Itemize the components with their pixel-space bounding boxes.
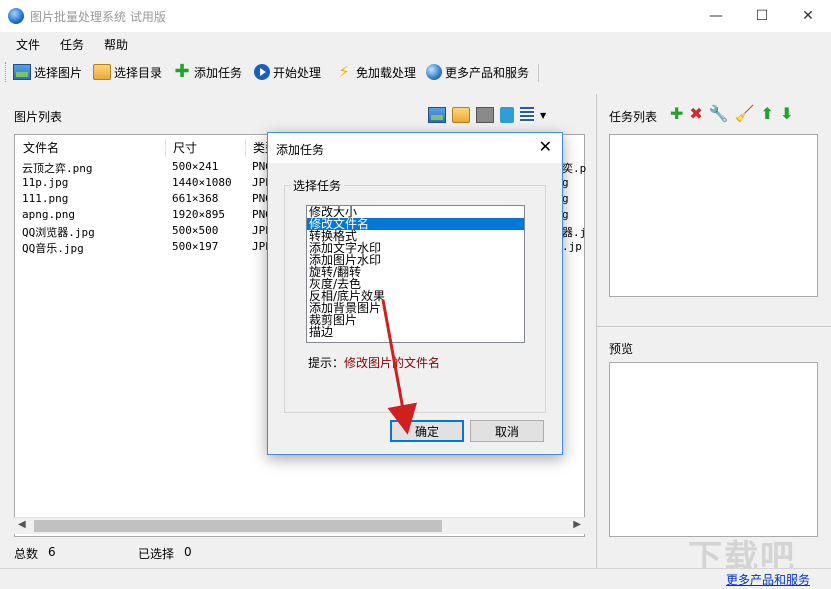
add-task-dialog: 添加任务 ✕ 选择任务 修改大小修改文件名转换格式添加文字水印添加图片水印旋转/…	[267, 132, 563, 455]
add-icon: ✚	[173, 64, 191, 80]
select-directory-label: 选择目录	[114, 64, 162, 81]
add-task-icon[interactable]: ✚	[670, 104, 683, 123]
select-task-label: 选择任务	[290, 177, 344, 194]
cell-filename: apng.png	[22, 208, 75, 221]
list-view-icon[interactable]	[520, 107, 534, 123]
no-load-processing-label: 免加载处理	[356, 64, 416, 81]
no-load-processing-button[interactable]: ⚡ 免加载处理	[335, 62, 416, 82]
maximize-button[interactable]: ☐	[739, 0, 785, 32]
task-listbox[interactable]: 修改大小修改文件名转换格式添加文字水印添加图片水印旋转/翻转灰度/去色反相/底片…	[306, 205, 525, 343]
column-filename[interactable]: 文件名	[23, 139, 59, 156]
delete-task-icon[interactable]: ✖	[689, 104, 702, 123]
scroll-right-icon[interactable]: ▶	[573, 519, 581, 530]
cell-filename: 111.png	[22, 192, 68, 205]
column-size[interactable]: 尺寸	[173, 139, 197, 156]
cell-size: 661×368	[172, 192, 218, 205]
start-processing-button[interactable]: 开始处理	[254, 62, 321, 82]
add-task-button[interactable]: ✚ 添加任务	[173, 62, 242, 82]
globe-icon	[426, 64, 442, 80]
task-list-title: 任务列表	[609, 108, 657, 125]
menu-task[interactable]: 任务	[60, 36, 84, 53]
app-logo-icon	[8, 8, 24, 24]
menu-help[interactable]: 帮助	[104, 36, 128, 53]
dialog-title-bar: 添加任务 ✕	[268, 133, 562, 163]
cancel-button[interactable]: 取消	[470, 420, 544, 442]
cell-size: 500×197	[172, 240, 218, 253]
hint-line: 提示：修改图片的文件名	[308, 354, 440, 371]
more-products-button[interactable]: 更多产品和服务	[426, 62, 529, 82]
dialog-close-icon[interactable]: ✕	[539, 137, 552, 156]
cell-filename: 云顶之弈.png	[22, 160, 93, 176]
main-toolbar: 选择图片 选择目录 ✚ 添加任务 开始处理 ⚡ 免加载处理 更多产品和服务	[0, 58, 831, 86]
lightning-icon: ⚡	[335, 64, 353, 80]
ok-button[interactable]: 确定	[390, 420, 464, 442]
broom-icon[interactable]: 🧹	[735, 104, 755, 123]
cell-size: 500×241	[172, 160, 218, 173]
more-products-link[interactable]: 更多产品和服务	[726, 571, 810, 588]
selected-count: 0	[184, 545, 192, 559]
selected-label: 已选择	[138, 545, 174, 562]
add-folder-icon[interactable]	[452, 107, 470, 123]
add-task-label: 添加任务	[194, 64, 242, 81]
select-images-label: 选择图片	[34, 64, 82, 81]
window-title: 图片批量处理系统 试用版	[30, 8, 166, 25]
cell-clipped: 奕.p	[562, 160, 586, 176]
bottom-bar	[0, 568, 831, 589]
column-divider	[245, 139, 246, 157]
scroll-left-icon[interactable]: ◀	[18, 519, 26, 530]
image-list-toolbar: ▼	[428, 105, 546, 125]
folder-icon	[93, 64, 111, 80]
task-option[interactable]: 描边	[307, 326, 524, 338]
move-up-icon[interactable]: ⬆	[761, 104, 774, 123]
total-label: 总数	[14, 545, 38, 562]
view-dropdown-icon[interactable]: ▼	[540, 111, 546, 120]
remove-image-icon[interactable]	[476, 107, 494, 123]
total-count: 6	[48, 545, 56, 559]
hint-label: 提示：	[308, 356, 344, 370]
menu-bar: 文件 任务 帮助	[0, 32, 831, 56]
cell-filename: QQ浏览器.jpg	[22, 224, 95, 240]
cell-clipped: 器.j	[562, 224, 586, 240]
task-option[interactable]: 裁剪图片	[307, 314, 524, 326]
task-toolbar: ✚ ✖ 🔧 🧹 ⬆ ⬇	[670, 104, 793, 123]
select-images-button[interactable]: 选择图片	[13, 62, 82, 82]
more-products-label: 更多产品和服务	[445, 64, 529, 81]
minimize-button[interactable]: —	[693, 0, 739, 32]
play-icon	[254, 64, 270, 80]
menu-file[interactable]: 文件	[16, 36, 40, 53]
select-directory-button[interactable]: 选择目录	[93, 62, 162, 82]
cell-filename: 11p.jpg	[22, 176, 68, 189]
cell-size: 1440×1080	[172, 176, 232, 189]
preview-title: 预览	[609, 340, 633, 357]
scrollbar-thumb[interactable]	[34, 520, 442, 532]
column-divider	[165, 139, 166, 157]
cell-clipped: .jp	[562, 240, 582, 253]
picture-icon	[13, 64, 31, 80]
toolbar-grip	[5, 62, 8, 82]
close-window-button[interactable]: ✕	[785, 0, 831, 32]
toolbar-separator	[538, 64, 539, 82]
title-bar: 图片批量处理系统 试用版 — ☐ ✕	[0, 0, 831, 32]
dialog-title: 添加任务	[276, 141, 324, 158]
add-image-icon[interactable]	[428, 107, 446, 123]
clear-list-icon[interactable]	[500, 107, 514, 123]
start-processing-label: 开始处理	[273, 64, 321, 81]
right-divider	[597, 326, 831, 327]
image-list-title: 图片列表	[14, 108, 62, 125]
task-list-box[interactable]	[609, 134, 818, 297]
preview-box	[609, 362, 818, 537]
cell-filename: QQ音乐.jpg	[22, 240, 84, 256]
hint-value: 修改图片的文件名	[344, 356, 440, 370]
wrench-icon[interactable]: 🔧	[709, 104, 729, 123]
cell-size: 1920×895	[172, 208, 225, 221]
cell-size: 500×500	[172, 224, 218, 237]
horizontal-scrollbar[interactable]: ◀ ▶	[14, 517, 585, 534]
move-down-icon[interactable]: ⬇	[780, 104, 793, 123]
